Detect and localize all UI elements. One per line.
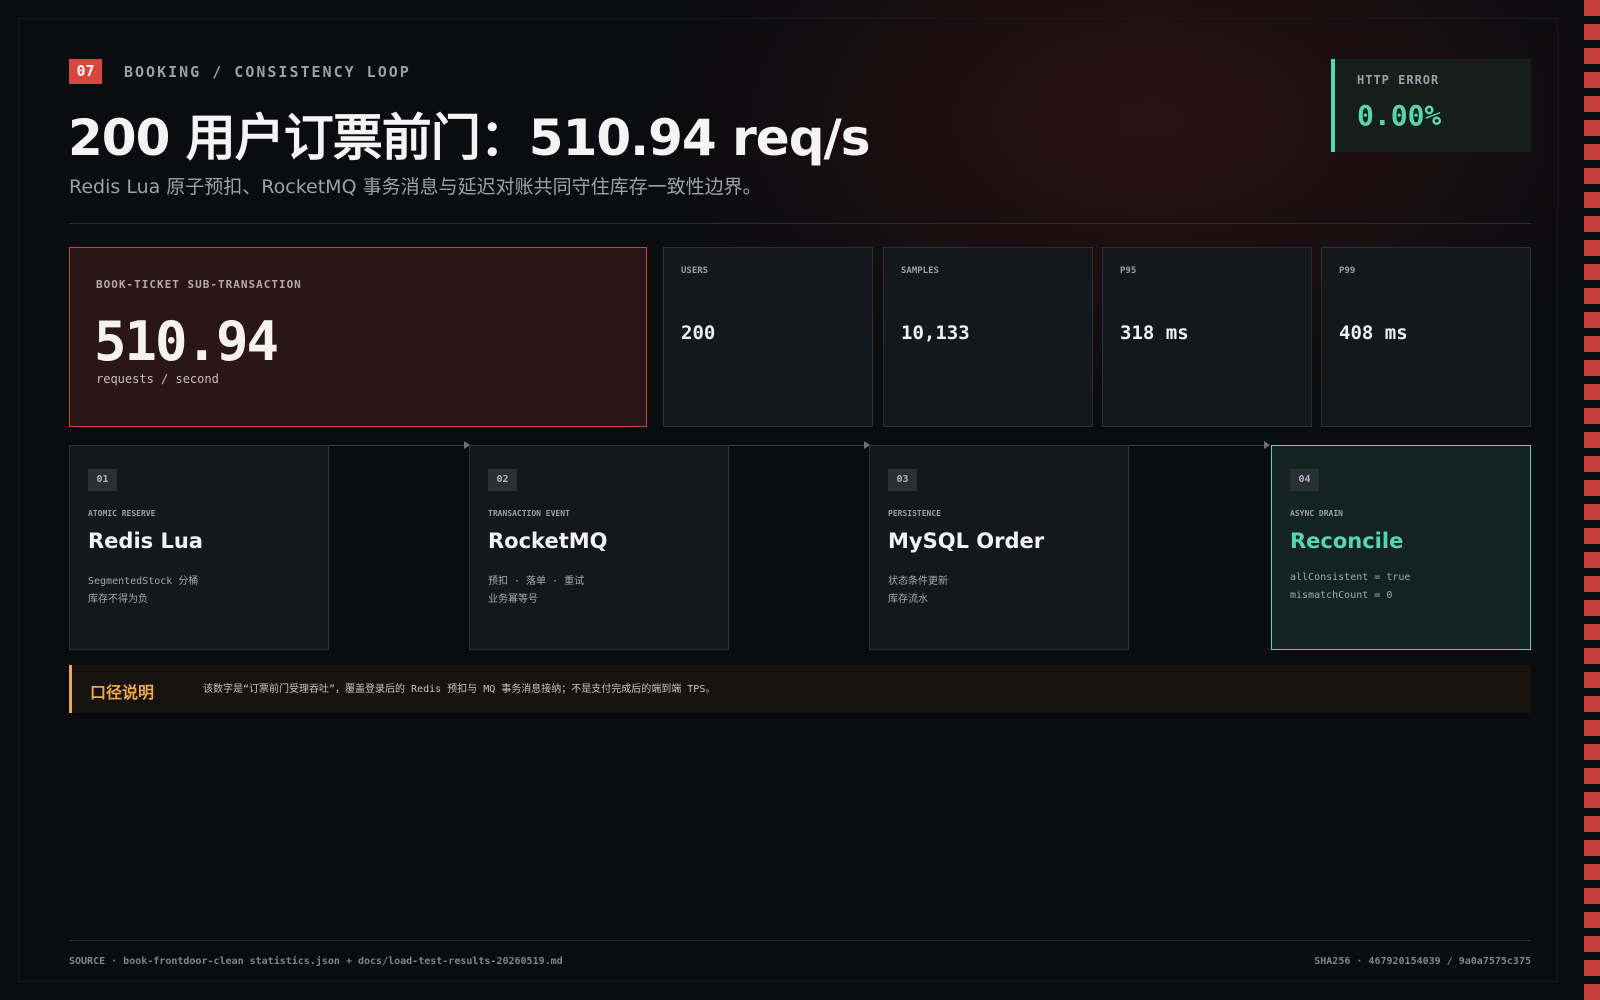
page-subtitle: Redis Lua 原子预扣、RocketMQ 事务消息与延迟对账共同守住库存一… xyxy=(69,176,762,198)
step-detail: 库存不得为负 xyxy=(88,594,148,605)
pipeline-step-reconcile: 04 ASYNC DRAIN Reconcile allConsistent =… xyxy=(1271,445,1531,650)
step-detail: 业务幂等号 xyxy=(488,594,538,605)
pipeline-step-rocketmq: 02 TRANSACTION EVENT RocketMQ 预扣 · 落单 · … xyxy=(469,445,729,650)
hero-metric-value: 510.94 xyxy=(94,310,279,373)
step-title: RocketMQ xyxy=(488,529,608,553)
step-detail: SegmentedStock 分桶 xyxy=(88,576,199,587)
stat-value: 318 ms xyxy=(1120,322,1189,344)
page-title: 200 用户订票前门：510.94 req/s xyxy=(68,109,871,167)
edge-stripe xyxy=(1584,0,1600,1000)
step-detail: 预扣 · 落单 · 重试 xyxy=(488,576,585,587)
stat-card-users: USERS 200 xyxy=(663,247,873,427)
http-error-value: 0.00% xyxy=(1357,99,1442,132)
step-title: Reconcile xyxy=(1290,529,1404,553)
pipeline-connector xyxy=(729,445,864,446)
footer-source: SOURCE · book-frontdoor-clean statistics… xyxy=(69,956,563,967)
stat-label: USERS xyxy=(681,266,709,276)
scope-note: 口径说明 该数字是“订票前门受理吞吐”，覆盖登录后的 Redis 预扣与 MQ … xyxy=(69,665,1531,713)
footer-hash: SHA256 · 467920154039 / 9a0a7575c375 xyxy=(1314,956,1531,967)
section-kicker: BOOKING / CONSISTENCY LOOP xyxy=(124,63,411,81)
stat-card-p95: P95 318 ms xyxy=(1102,247,1312,427)
step-kicker: ATOMIC RESERVE xyxy=(88,509,156,518)
header-divider xyxy=(69,223,1531,224)
step-title: MySQL Order xyxy=(888,529,1045,553)
step-detail: 状态条件更新 xyxy=(888,576,948,587)
step-number: 02 xyxy=(488,469,517,491)
scope-note-text: 该数字是“订票前门受理吞吐”，覆盖登录后的 Redis 预扣与 MQ 事务消息接… xyxy=(203,684,716,695)
http-error-label: HTTP ERROR xyxy=(1357,73,1440,87)
stat-value: 10,133 xyxy=(901,322,970,344)
stat-value: 408 ms xyxy=(1339,322,1408,344)
step-kicker: ASYNC DRAIN xyxy=(1290,509,1343,518)
step-kicker: TRANSACTION EVENT xyxy=(488,509,570,518)
stat-card-samples: SAMPLES 10,133 xyxy=(883,247,1093,427)
step-kicker: PERSISTENCE xyxy=(888,509,941,518)
scope-note-label: 口径说明 xyxy=(90,683,155,702)
step-number: 04 xyxy=(1290,469,1319,491)
section-number-badge: 07 xyxy=(69,59,102,84)
stat-label: P95 xyxy=(1120,266,1137,276)
footer-divider xyxy=(69,940,1531,941)
step-title: Redis Lua xyxy=(88,529,203,553)
step-number: 03 xyxy=(888,469,917,491)
hero-metric-unit: requests / second xyxy=(96,372,219,386)
arrow-right-icon xyxy=(1264,441,1270,449)
http-error-badge: HTTP ERROR 0.00% xyxy=(1331,59,1531,152)
pipeline-step-mysql-order: 03 PERSISTENCE MySQL Order 状态条件更新 库存流水 xyxy=(869,445,1129,650)
pipeline-connector xyxy=(329,445,464,446)
hero-metric-card: BOOK-TICKET SUB-TRANSACTION 510.94 reque… xyxy=(69,247,647,427)
stat-label: P99 xyxy=(1339,266,1356,276)
stat-card-p99: P99 408 ms xyxy=(1321,247,1531,427)
stat-value: 200 xyxy=(681,322,716,344)
pipeline-step-redis-lua: 01 ATOMIC RESERVE Redis Lua SegmentedSto… xyxy=(69,445,329,650)
step-number: 01 xyxy=(88,469,117,491)
pipeline-connector xyxy=(1129,445,1264,446)
step-detail: allConsistent = true xyxy=(1290,572,1411,583)
step-detail: mismatchCount = 0 xyxy=(1290,590,1393,601)
hero-metric-label: BOOK-TICKET SUB-TRANSACTION xyxy=(96,278,302,291)
step-detail: 库存流水 xyxy=(888,594,928,605)
stat-label: SAMPLES xyxy=(901,266,939,276)
